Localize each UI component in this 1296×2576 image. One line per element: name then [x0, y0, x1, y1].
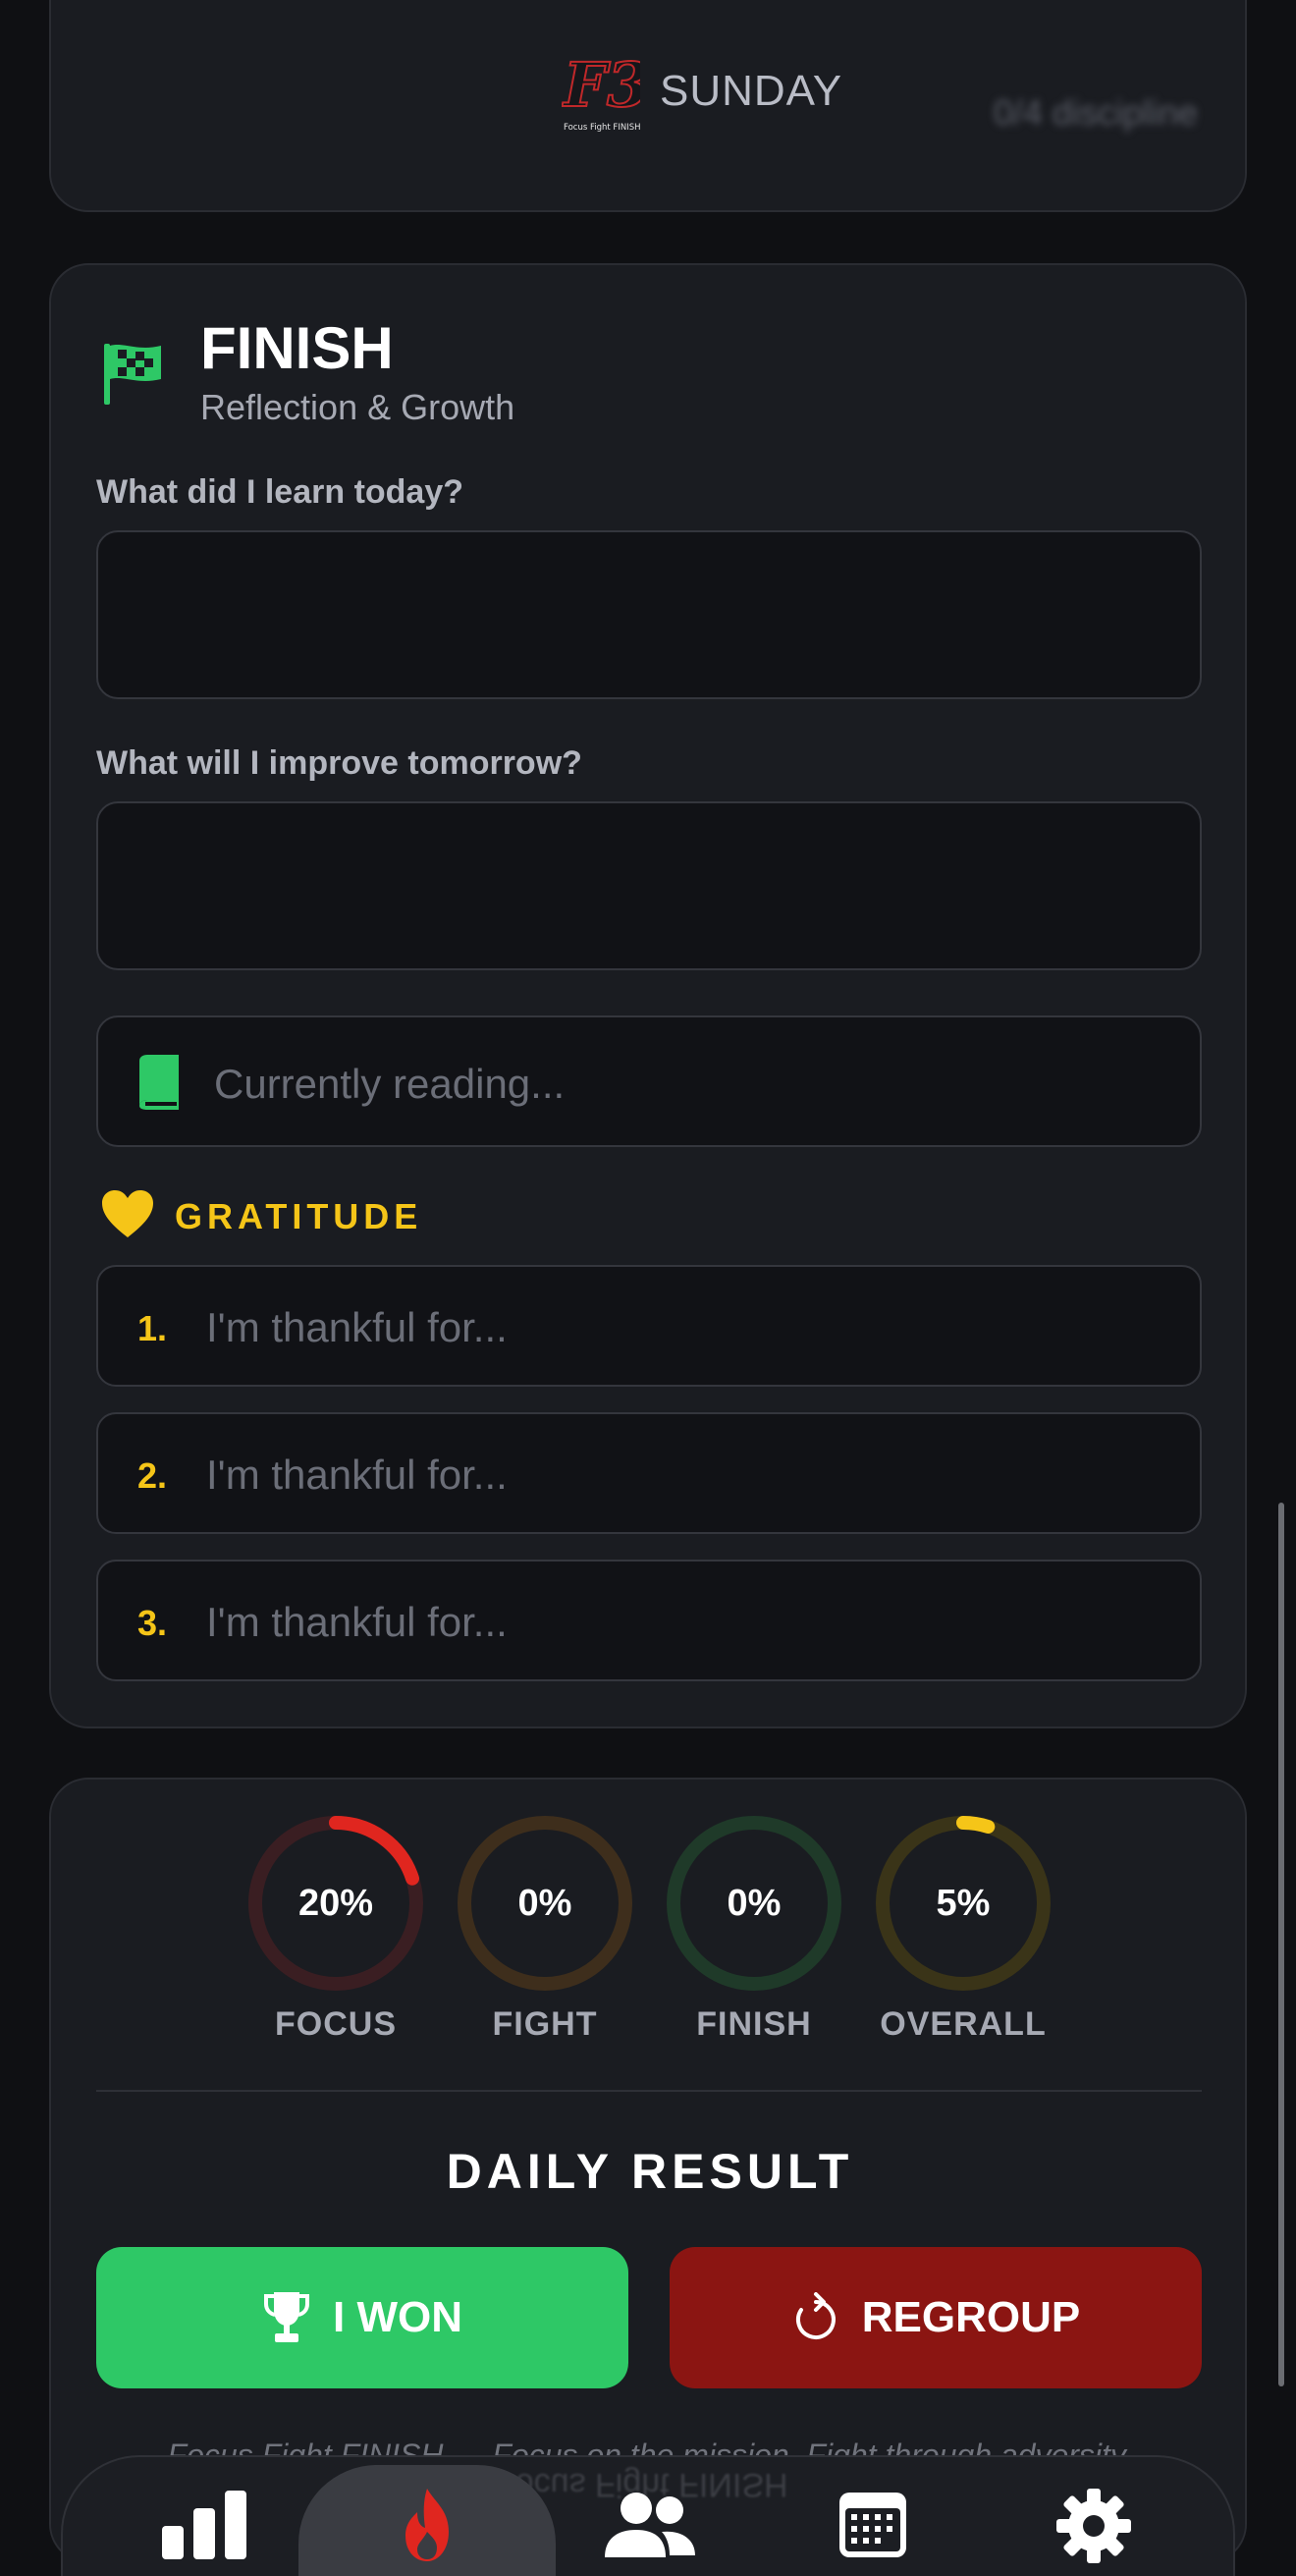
- gratitude-input-3[interactable]: 3. I'm thankful for...: [96, 1560, 1202, 1681]
- flame-icon: [405, 2489, 449, 2561]
- ring-label: FINISH: [696, 2005, 812, 2043]
- app-screen: F3 Focus Fight FINISH SUNDAY 0/4 discipl…: [0, 0, 1296, 2576]
- bottom-nav: Focus Fight FINISH: [61, 2455, 1235, 2576]
- trophy-icon: [264, 2292, 309, 2342]
- i-won-label: I WON: [333, 2293, 462, 2341]
- section-title: FINISH: [200, 315, 394, 381]
- gratitude-label: GRATITUDE: [175, 1196, 423, 1236]
- refresh-icon: [795, 2292, 836, 2339]
- ring-value: 5%: [936, 1882, 991, 1924]
- gratitude-input-1[interactable]: 1. I'm thankful for...: [96, 1265, 1202, 1387]
- heart-icon: [102, 1190, 153, 1237]
- checkered-flag-icon: [104, 344, 161, 405]
- ring-value: 0%: [517, 1882, 572, 1924]
- gratitude-number: 3.: [137, 1603, 168, 1643]
- ring-label: OVERALL: [880, 2005, 1047, 2043]
- section-subtitle: Reflection & Growth: [200, 387, 515, 427]
- progress-ring-overall: 5%: [873, 1813, 1053, 1994]
- day-title: SUNDAY: [660, 67, 843, 115]
- nav-item-calendar[interactable]: [824, 2487, 922, 2565]
- calendar-icon: [839, 2493, 906, 2557]
- svg-text:Focus Fight FINISH: Focus Fight FINISH: [564, 123, 640, 133]
- learn-question-label: What did I learn today?: [96, 473, 464, 511]
- scrollbar[interactable]: [1278, 1503, 1284, 2386]
- gratitude-number: 1.: [137, 1308, 168, 1348]
- regroup-button[interactable]: REGROUP: [670, 2247, 1202, 2388]
- daily-result-title: DAILY RESULT: [446, 2144, 854, 2199]
- users-icon: [605, 2493, 695, 2557]
- gratitude-placeholder: I'm thankful for...: [206, 1304, 508, 1350]
- daily-result-card: 20% FOCUS 0% FIGHT 0% FINISH 5% OVERALL DAILY R…: [49, 1778, 1247, 2563]
- header-card: F3 Focus Fight FINISH SUNDAY 0/4 discipl…: [49, 0, 1247, 212]
- progress-ring-finish: 0%: [664, 1813, 844, 1994]
- gratitude-placeholder: I'm thankful for...: [206, 1599, 508, 1645]
- gear-icon: [1056, 2489, 1131, 2563]
- ring-value: 0%: [727, 1882, 782, 1924]
- progress-ring-fight: 0%: [455, 1813, 635, 1994]
- discipline-count: 0/4 discipline: [993, 92, 1198, 133]
- svg-text:F3: F3: [562, 49, 640, 121]
- reading-input[interactable]: Currently reading...: [96, 1015, 1202, 1147]
- nav-item-today[interactable]: [378, 2487, 476, 2565]
- nav-item-team[interactable]: [601, 2487, 699, 2565]
- ring-label: FIGHT: [492, 2005, 598, 2043]
- ring-value: 20%: [297, 1882, 374, 1924]
- divider: [96, 2090, 1202, 2092]
- ring-label: FOCUS: [275, 2005, 397, 2043]
- bar-chart-icon: [162, 2491, 246, 2559]
- f3-logo: F3 Focus Fight FINISH: [562, 49, 640, 133]
- nav-item-dashboard[interactable]: [156, 2487, 254, 2565]
- progress-ring-focus: 20%: [245, 1813, 426, 1994]
- improve-question-label: What will I improve tomorrow?: [96, 744, 582, 782]
- nav-item-settings[interactable]: [1045, 2487, 1143, 2565]
- regroup-label: REGROUP: [861, 2293, 1081, 2341]
- learn-textarea[interactable]: [96, 530, 1202, 699]
- i-won-button[interactable]: I WON: [96, 2247, 628, 2388]
- gratitude-input-2[interactable]: 2. I'm thankful for...: [96, 1412, 1202, 1534]
- book-icon: [139, 1055, 179, 1110]
- finish-section: FINISH Reflection & Growth What did I le…: [49, 263, 1247, 1728]
- gratitude-placeholder: I'm thankful for...: [206, 1452, 508, 1498]
- reading-placeholder: Currently reading...: [214, 1061, 566, 1107]
- gratitude-number: 2.: [137, 1455, 168, 1496]
- improve-textarea[interactable]: [96, 801, 1202, 970]
